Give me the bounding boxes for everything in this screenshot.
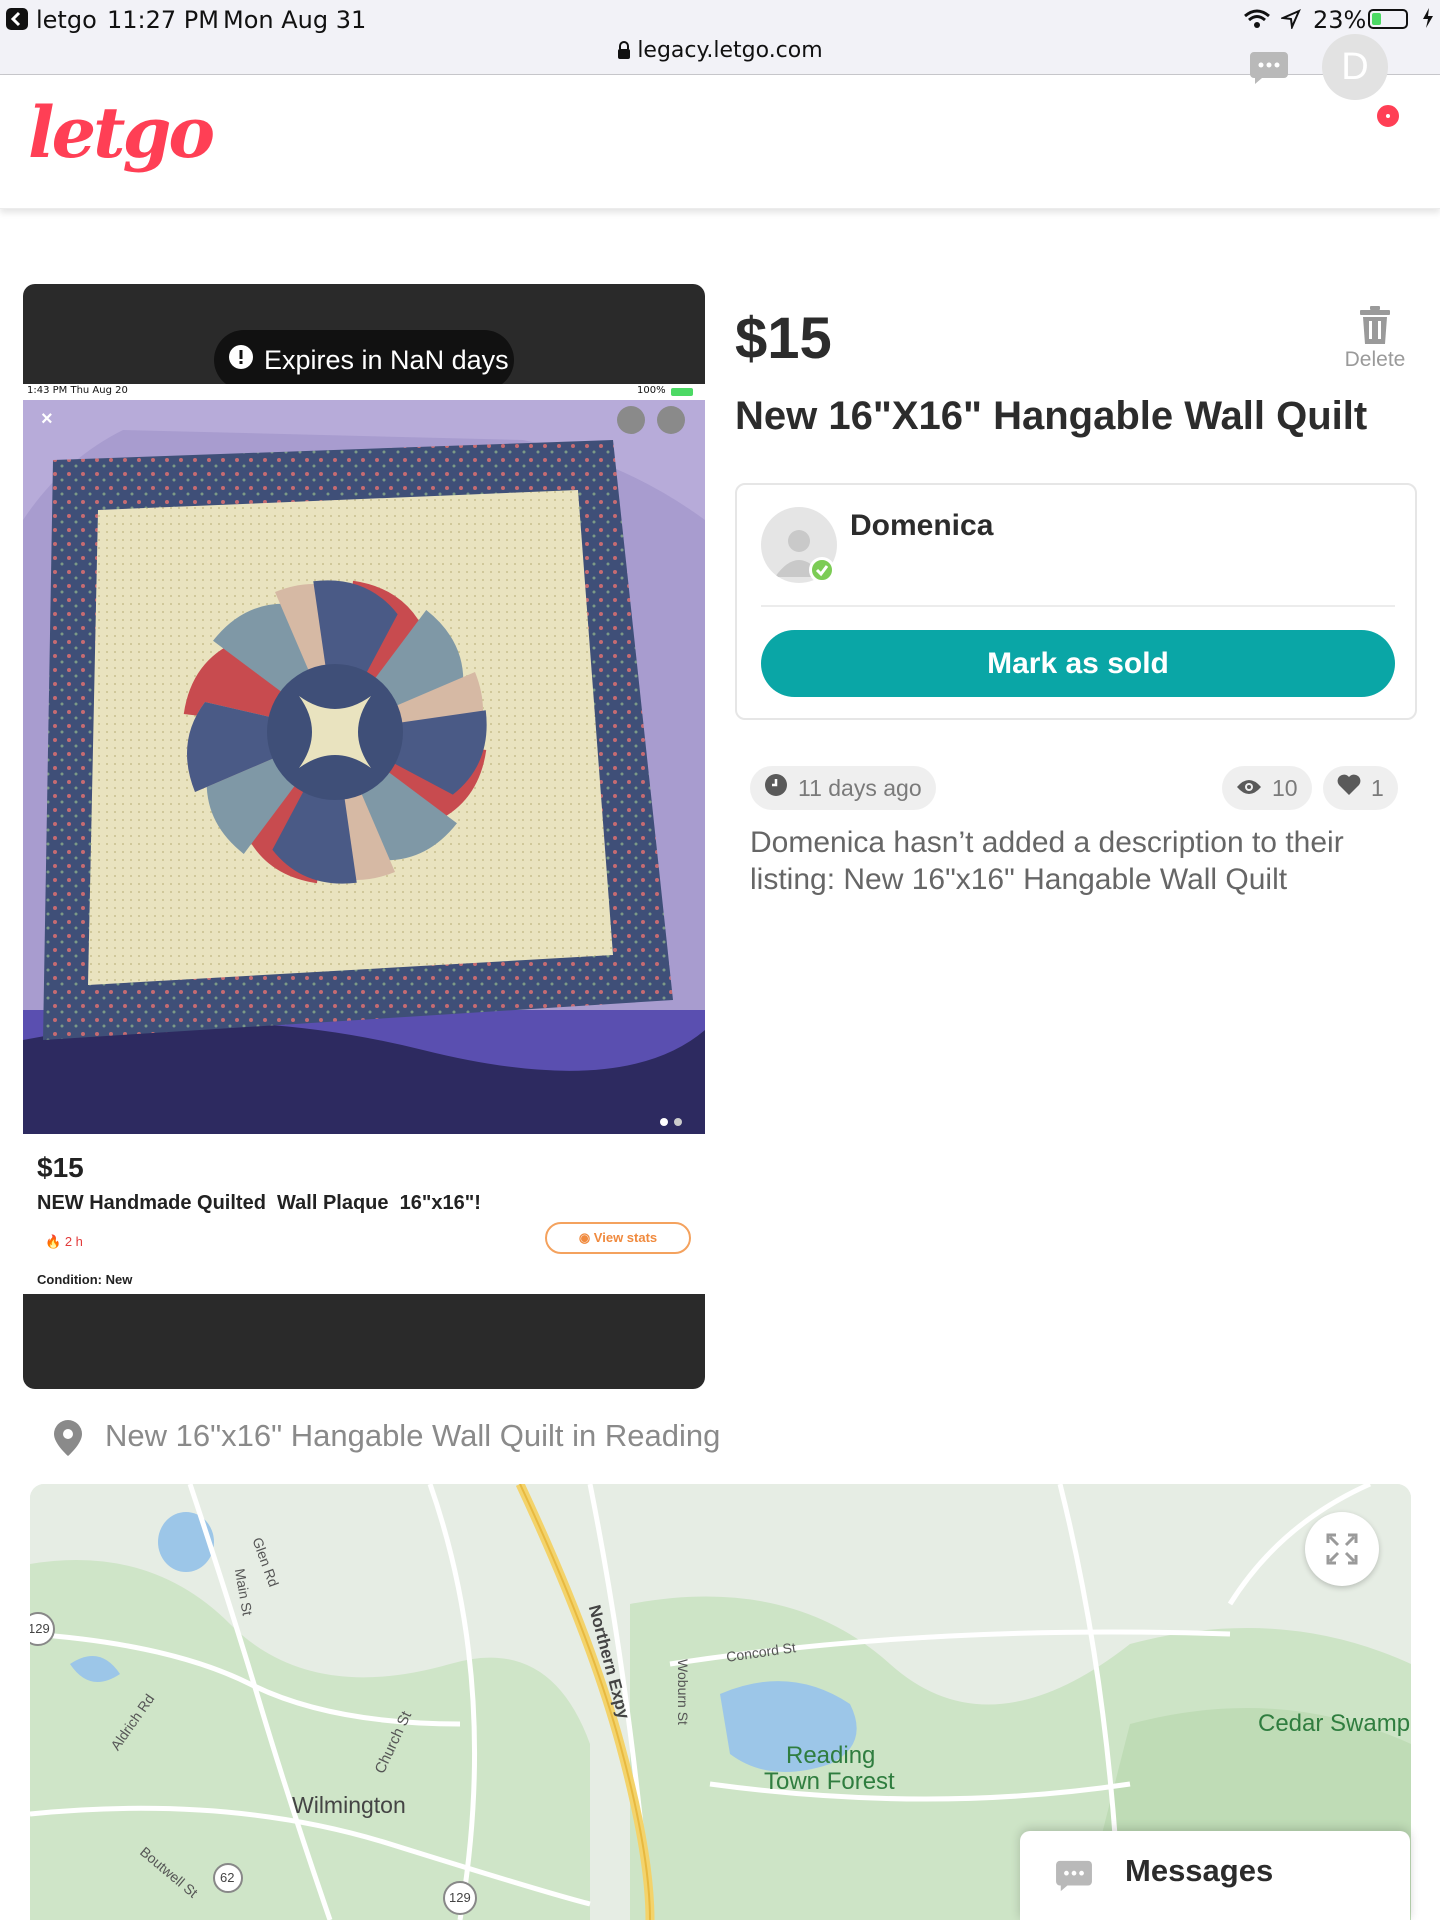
location-arrow-icon: [1279, 9, 1301, 34]
heart-icon: [1337, 774, 1361, 802]
eye-icon: [1236, 775, 1262, 802]
photo-age-text: 2 h: [64, 1234, 83, 1249]
photo-view-stats: ◉ View stats: [545, 1222, 691, 1254]
map-label-town-forest: Town Forest: [764, 1768, 895, 1795]
map-route-129-b: 129: [449, 1890, 471, 1905]
photo-trash-icon: [657, 406, 685, 434]
seller-divider: [761, 605, 1395, 607]
photo-share-icon: [617, 406, 645, 434]
letgo-logo[interactable]: letgo: [28, 91, 215, 174]
map-route-129-a: 129: [30, 1621, 50, 1636]
notification-badge: [1374, 102, 1402, 130]
listing-description: Domenica hasn’t added a description to t…: [750, 826, 1344, 896]
alert-icon: [228, 344, 254, 377]
quilt-photo: ×: [23, 400, 705, 1134]
photo-status-time: 1:43 PM Thu Aug 20: [27, 385, 128, 396]
back-app-label[interactable]: letgo: [36, 6, 97, 34]
status-date: Mon Aug 31: [223, 6, 367, 34]
photo-title: NEW Handmade Quilted Wall Plaque 16"x16"…: [37, 1192, 481, 1214]
likes-chip: 1: [1323, 766, 1398, 810]
battery-icon: [1368, 9, 1408, 29]
back-to-app-icon[interactable]: [6, 8, 28, 30]
map-route-62: 62: [220, 1870, 235, 1885]
delete-button[interactable]: Delete: [1338, 306, 1412, 378]
likes-count: 1: [1371, 774, 1384, 801]
map-label-cedar-swamp: Cedar Swamp: [1258, 1710, 1411, 1737]
url-text: legacy.letgo.com: [637, 38, 823, 63]
views-count: 10: [1272, 774, 1298, 801]
views-chip: 10: [1222, 766, 1312, 810]
map-label-woburn-st: Woburn St: [674, 1659, 691, 1725]
photo-screenshot: 1:43 PM Thu Aug 20 100% × $15 NEW Handma…: [23, 384, 705, 1294]
verified-check-icon: [809, 557, 835, 583]
map-fullscreen-button[interactable]: [1305, 1512, 1379, 1586]
expires-badge: Expires in NaN days: [214, 330, 514, 390]
photo-battery-icon: [671, 388, 693, 396]
wifi-icon: [1244, 9, 1270, 34]
messages-chat-icon: [1054, 1859, 1094, 1898]
messages-tab[interactable]: Messages: [1020, 1831, 1410, 1920]
listing-price: $15: [735, 306, 832, 371]
photo-status-bar: 1:43 PM Thu Aug 20 100%: [23, 384, 705, 400]
photo-page-dot-2: [674, 1118, 682, 1126]
photo-view-stats-label: View stats: [593, 1230, 658, 1245]
photo-price: $15: [37, 1152, 84, 1183]
expand-icon: [1326, 1533, 1358, 1570]
listing-photo[interactable]: Expires in NaN days 1:43 PM Thu Aug 20 1…: [23, 284, 705, 1389]
chat-icon[interactable]: [1248, 50, 1290, 86]
mark-as-sold-button[interactable]: Mark as sold: [761, 630, 1395, 697]
photo-close-icon: ×: [41, 408, 53, 430]
age-text: 11 days ago: [798, 774, 922, 801]
messages-label: Messages: [1125, 1853, 1274, 1888]
url-bar[interactable]: legacy.letgo.com: [0, 38, 1440, 65]
listing-title: New 16"X16" Hangable Wall Quilt: [735, 394, 1368, 438]
location-text: New 16"x16" Hangable Wall Quilt in Readi…: [105, 1418, 721, 1453]
trash-icon: [1338, 306, 1412, 344]
expires-text: Expires in NaN days: [264, 344, 509, 375]
status-time: 11:27 PM: [107, 6, 219, 34]
photo-age: 🔥 2 h: [45, 1234, 83, 1249]
user-avatar[interactable]: D: [1322, 34, 1388, 100]
status-bar: letgo 11:27 PM Mon Aug 31 23% legacy.let…: [0, 0, 1440, 75]
photo-status-battery: 100%: [637, 385, 666, 396]
map-label-wilmington: Wilmington: [292, 1792, 406, 1818]
seller-name[interactable]: Domenica: [850, 509, 993, 543]
location-pin-icon: [50, 1418, 86, 1463]
site-header: letgo: [0, 75, 1440, 209]
photo-listing-info: $15 NEW Handmade Quilted Wall Plaque 16"…: [23, 1134, 705, 1294]
age-chip: 11 days ago: [750, 766, 936, 810]
battery-percent: 23%: [1313, 6, 1367, 34]
seller-card: Domenica Mark as sold: [735, 483, 1417, 720]
delete-label: Delete: [1344, 348, 1406, 371]
photo-condition: Condition: New: [37, 1272, 133, 1287]
charging-bolt-icon: [1422, 8, 1434, 33]
lock-icon: [617, 40, 631, 65]
clock-icon: [764, 773, 788, 803]
map-label-reading: Reading: [786, 1742, 876, 1769]
photo-page-dot-1: [660, 1118, 668, 1126]
